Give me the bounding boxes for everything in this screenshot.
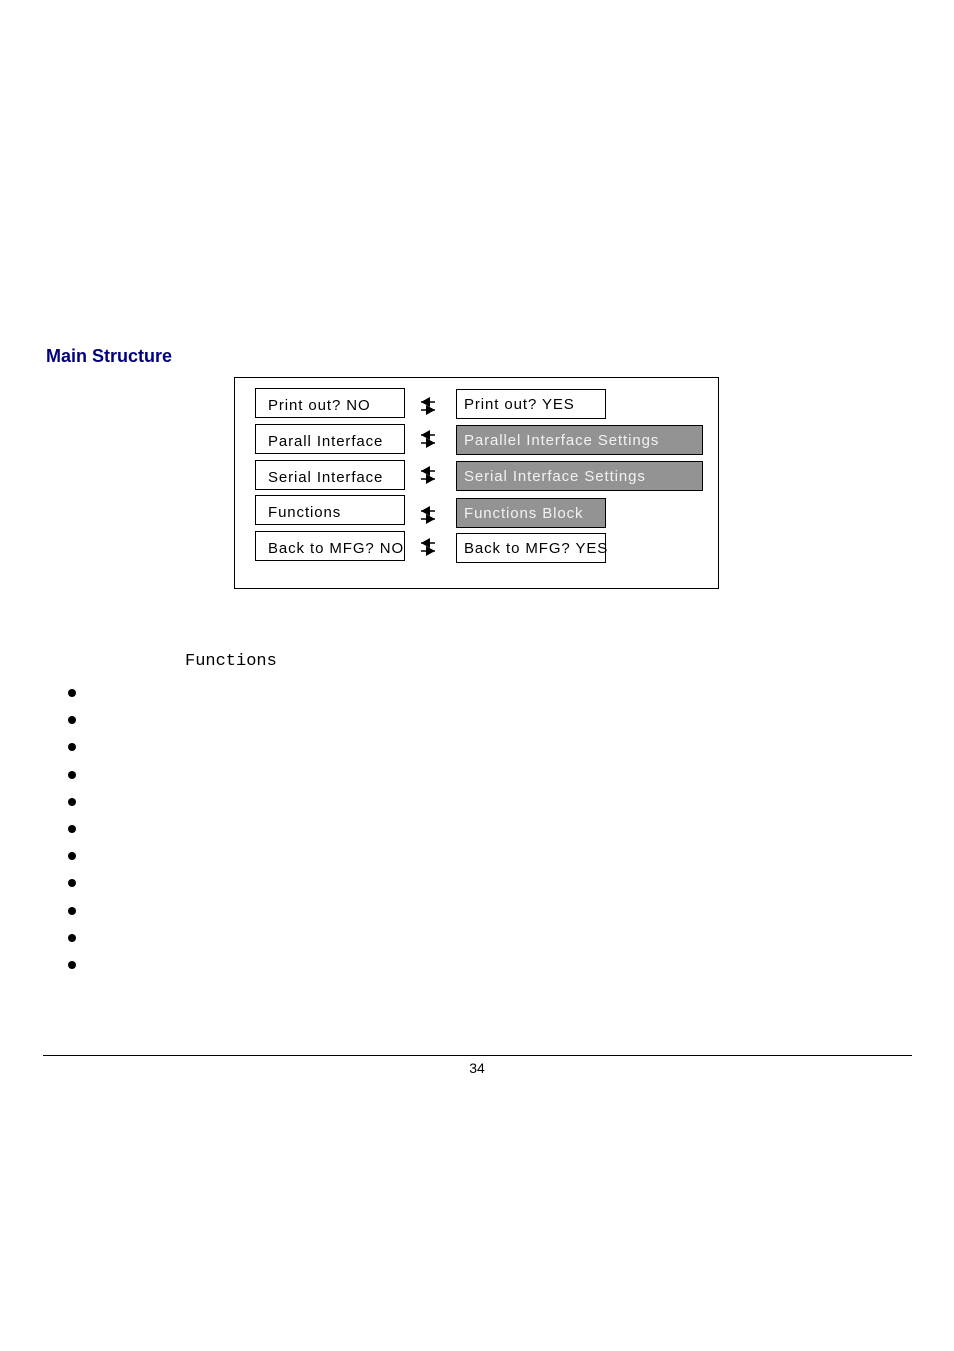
functions-heading: Functions: [185, 652, 277, 671]
bullet-icon: [68, 879, 76, 888]
menu-item-serial-interface-settings: Serial Interface Settings: [456, 461, 703, 491]
menu-item-back-to-mfg-yes: Back to MFG? YES: [456, 533, 607, 563]
menu-item-parallel-interface-settings: Parallel Interface Settings: [456, 425, 703, 455]
page-number: 34: [469, 1060, 485, 1076]
bullet-icon: [68, 716, 76, 725]
menu-item-functions-block: Functions Block: [456, 498, 606, 528]
menu-structure-diagram: Print out? NO Print out? YES Parall Inte…: [234, 377, 719, 589]
bullet-icon: [68, 689, 76, 697]
bullet-icon: [68, 933, 76, 942]
menu-item-back-to-mfg-no: Back to MFG? NO: [255, 531, 405, 561]
bidirectional-arrow-icon: [421, 397, 435, 415]
bullet-icon: [68, 797, 76, 806]
bullet-icon: [68, 743, 76, 752]
bullet-icon: [68, 906, 76, 915]
menu-item-serial-interface: Serial Interface: [255, 460, 405, 490]
bullet-icon: [68, 770, 76, 779]
bullet-icon: [68, 960, 76, 969]
bidirectional-arrow-icon: [421, 466, 435, 484]
menu-item-functions: Functions: [255, 495, 405, 525]
menu-item-parall-interface: Parall Interface: [255, 424, 405, 454]
menu-item-print-out-yes: Print out? YES: [456, 389, 606, 419]
section-heading: Main Structure: [46, 346, 173, 366]
bidirectional-arrow-icon: [421, 430, 435, 448]
bullet-icon: [68, 824, 76, 833]
bullet-icon: [68, 852, 76, 861]
footer-divider: [43, 1055, 912, 1056]
bidirectional-arrow-icon: [421, 538, 435, 556]
bidirectional-arrow-icon: [421, 506, 435, 524]
menu-item-print-out-no: Print out? NO: [255, 388, 405, 418]
